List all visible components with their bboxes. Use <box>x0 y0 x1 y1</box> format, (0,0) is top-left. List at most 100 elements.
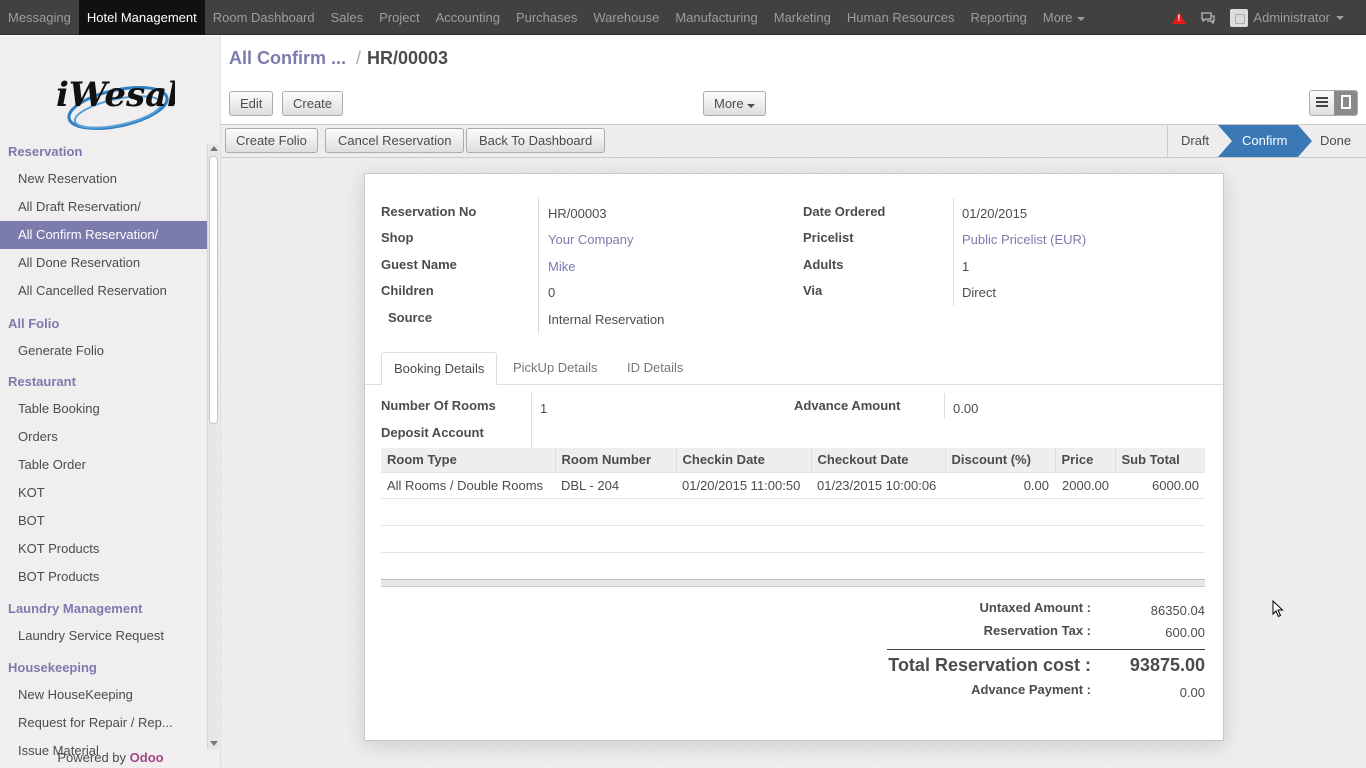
label-reservation-no: Reservation No <box>381 204 477 219</box>
sidebar-section-laundry-management[interactable]: Laundry Management <box>0 594 207 622</box>
menu-manufacturing[interactable]: Manufacturing <box>667 0 765 35</box>
stage-done[interactable]: Done <box>1320 125 1360 157</box>
field-separator <box>953 198 954 306</box>
sidebar-item-request-for-repair[interactable]: Request for Repair / Rep... <box>0 709 207 737</box>
sidebar-item-table-booking[interactable]: Table Booking <box>0 395 207 423</box>
field-pricelist[interactable]: Public Pricelist (EUR) <box>962 232 1086 247</box>
column-header[interactable]: Checkout Date <box>810 448 945 472</box>
menu-more[interactable]: More <box>1035 0 1094 35</box>
chat-icon[interactable] <box>1201 11 1216 24</box>
menu-project[interactable]: Project <box>371 0 427 35</box>
sidebar-item-new-reservation[interactable]: New Reservation <box>0 165 207 193</box>
sidebar-item-bot-products[interactable]: BOT Products <box>0 563 207 591</box>
cancel-reservation-button[interactable]: Cancel Reservation <box>325 128 465 153</box>
sidebar-item-all-draft-reservation[interactable]: All Draft Reservation/ <box>0 193 207 221</box>
sidebar-item-kot-products[interactable]: KOT Products <box>0 535 207 563</box>
column-header[interactable]: Checkin Date <box>675 448 811 472</box>
value-advance-payment: 0.00 <box>1179 685 1205 700</box>
table-row-empty <box>381 524 1205 552</box>
column-header[interactable]: Sub Total <box>1114 448 1205 472</box>
menu-warehouse[interactable]: Warehouse <box>585 0 667 35</box>
create-button[interactable]: Create <box>282 91 344 116</box>
field-children: 0 <box>548 285 556 300</box>
field-via: Direct <box>962 285 996 300</box>
totals-divider <box>887 649 1205 650</box>
tab-booking-details[interactable]: Booking Details <box>381 352 498 385</box>
field-guest-name[interactable]: Mike <box>548 259 575 274</box>
field-separator <box>538 198 539 334</box>
column-header[interactable]: Room Number <box>554 448 676 472</box>
cell-checkin-date: 01/20/2015 11:00:50 <box>676 471 811 498</box>
sidebar-item-table-order[interactable]: Table Order <box>0 451 207 479</box>
top-navbar: Messaging Hotel Management Room Dashboar… <box>0 0 1366 35</box>
sidebar-section-housekeeping[interactable]: Housekeeping <box>0 653 207 681</box>
table-row-empty <box>381 497 1205 525</box>
sidebar-item-generate-folio[interactable]: Generate Folio <box>0 337 207 365</box>
label-via: Via <box>803 283 823 298</box>
scroll-up-icon[interactable] <box>210 146 218 151</box>
table-header: Room Type Room Number Checkin Date Check… <box>381 448 1205 472</box>
chevron-down-icon <box>746 104 755 108</box>
topbar-right: Administrator <box>1172 0 1366 35</box>
powered-by-text: Powered by <box>57 750 127 765</box>
field-shop[interactable]: Your Company <box>548 232 634 247</box>
edit-button[interactable]: Edit <box>229 91 274 116</box>
menu-accounting[interactable]: Accounting <box>428 0 508 35</box>
powered-by: Powered by Odoo <box>0 750 220 765</box>
back-to-dashboard-button[interactable]: Back To Dashboard <box>466 128 606 153</box>
menu-marketing[interactable]: Marketing <box>766 0 839 35</box>
column-header[interactable]: Price <box>1054 448 1115 472</box>
sidebar-section-all-folio[interactable]: All Folio <box>0 309 207 337</box>
breadcrumb: All Confirm ... / HR/00003 <box>229 48 448 69</box>
sidebar-item-kot[interactable]: KOT <box>0 479 207 507</box>
scroll-down-icon[interactable] <box>210 741 218 746</box>
alert-icon[interactable] <box>1172 11 1187 24</box>
label-total-reservation-cost: Total Reservation cost : <box>888 655 1091 675</box>
sidebar-section-restaurant[interactable]: Restaurant <box>0 367 207 395</box>
menu-purchases[interactable]: Purchases <box>508 0 585 35</box>
menu-human-resources[interactable]: Human Resources <box>839 0 963 35</box>
create-folio-button[interactable]: Create Folio <box>225 128 318 153</box>
sidebar-item-all-cancelled-reservation[interactable]: All Cancelled Reservation <box>0 277 207 305</box>
field-separator <box>944 393 945 419</box>
label-guest-name: Guest Name <box>381 257 457 272</box>
sidebar-item-bot[interactable]: BOT <box>0 507 207 535</box>
label-advance-amount: Advance Amount <box>794 398 901 413</box>
field-number-of-rooms: 1 <box>540 401 548 416</box>
sidebar-item-all-done-reservation[interactable]: All Done Reservation <box>0 249 207 277</box>
user-menu[interactable]: Administrator <box>1230 8 1366 27</box>
breadcrumb-current: HR/00003 <box>367 48 449 68</box>
tab-id-details[interactable]: ID Details <box>615 352 695 384</box>
breadcrumb-parent[interactable]: All Confirm ... <box>229 48 346 68</box>
cell-checkout-date: 01/23/2015 10:00:06 <box>811 471 945 498</box>
stage-draft[interactable]: Draft <box>1181 125 1221 157</box>
column-header[interactable]: Room Type <box>381 448 555 472</box>
column-header[interactable]: Discount (%) <box>944 448 1055 472</box>
field-reservation-no: HR/00003 <box>548 206 607 221</box>
menu-messaging[interactable]: Messaging <box>0 0 79 35</box>
menu-reporting[interactable]: Reporting <box>962 0 1034 35</box>
company-logo: iWesabe <box>56 75 175 130</box>
menu-hotel-management[interactable]: Hotel Management <box>78 0 205 35</box>
tab-pickup-details[interactable]: PickUp Details <box>501 352 610 384</box>
sidebar: iWesabe Reservation New Reservation All … <box>0 36 221 768</box>
sidebar-section-reservation[interactable]: Reservation <box>0 137 207 165</box>
menu-sales[interactable]: Sales <box>323 0 372 35</box>
form-sheet: Reservation No HR/00003 Shop Your Compan… <box>364 173 1224 741</box>
table-row[interactable]: All Rooms / Double Rooms DBL - 204 01/20… <box>381 471 1205 498</box>
sidebar-item-new-housekeeping[interactable]: New HouseKeeping <box>0 681 207 709</box>
sidebar-item-all-confirm-reservation[interactable]: All Confirm Reservation/ <box>0 221 207 249</box>
list-view-button[interactable] <box>1310 91 1334 115</box>
odoo-link[interactable]: Odoo <box>130 750 164 765</box>
table-row-empty <box>381 551 1205 579</box>
sidebar-scrollbar[interactable] <box>207 144 219 749</box>
sidebar-item-laundry-service-request[interactable]: Laundry Service Request <box>0 622 207 650</box>
sidebar-item-orders[interactable]: Orders <box>0 423 207 451</box>
cell-room-number: DBL - 204 <box>555 471 676 498</box>
cell-subtotal: 6000.00 <box>1115 471 1205 498</box>
stage-confirm[interactable]: Confirm <box>1218 125 1312 157</box>
scrollbar-thumb[interactable] <box>209 156 218 424</box>
form-view-button[interactable] <box>1333 91 1357 115</box>
more-button[interactable]: More <box>703 91 766 116</box>
menu-room-dashboard[interactable]: Room Dashboard <box>205 0 323 35</box>
